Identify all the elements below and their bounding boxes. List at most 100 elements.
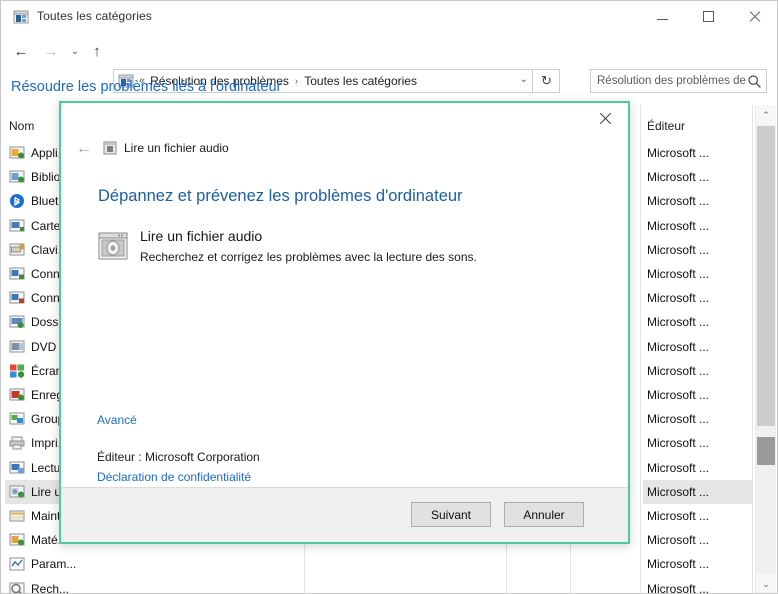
row-description-cell xyxy=(307,577,505,593)
scrollbar-position-marker[interactable] xyxy=(757,437,775,465)
up-button[interactable]: ↑ xyxy=(85,39,109,63)
privacy-statement-link[interactable]: Déclaration de confidentialité xyxy=(97,470,251,484)
row-category-cell xyxy=(573,577,643,593)
network-card-icon xyxy=(9,218,25,234)
address-dropdown-icon[interactable]: ⌄ xyxy=(520,74,528,85)
search-input[interactable]: Résolution des problèmes de r... xyxy=(597,75,747,87)
row-publisher-cell: Microsoft ... xyxy=(647,218,710,233)
row-name-cell[interactable]: Rech... xyxy=(5,577,301,594)
app-compat-icon xyxy=(9,145,25,161)
row-publisher-cell: Microsoft ... xyxy=(647,267,710,282)
row-publisher-cell: Microsoft ... xyxy=(643,479,753,504)
row-publisher-cell: Microsoft ... xyxy=(647,388,710,403)
homegroup-icon xyxy=(9,411,25,427)
breadcrumb-chevron-icon[interactable]: › xyxy=(295,76,298,87)
row-name-label: Rech... xyxy=(31,581,70,594)
row-publisher-cell: Microsoft ... xyxy=(647,194,710,209)
row-location-cell xyxy=(509,552,571,576)
title-bar: Toutes les catégories xyxy=(1,1,777,33)
search-icon xyxy=(747,74,762,89)
column-header-nom[interactable]: Nom xyxy=(9,119,34,133)
play-audio-large-icon xyxy=(97,230,129,262)
row-publisher-cell: Microsoft ... xyxy=(647,363,710,378)
vertical-scrollbar[interactable]: ⌃ ⌄ xyxy=(755,105,776,593)
maximize-button[interactable] xyxy=(685,1,731,32)
row-location-cell xyxy=(509,577,571,593)
row-publisher-cell: Microsoft ... xyxy=(647,242,710,257)
refresh-icon: ↻ xyxy=(541,73,552,88)
chevron-up-icon: ⌃ xyxy=(762,109,770,120)
connection-alt-icon xyxy=(9,290,25,306)
row-publisher-cell: Microsoft ... xyxy=(647,581,710,594)
row-publisher-cell: Microsoft ... xyxy=(647,557,710,572)
dialog-breadcrumb: Lire un fichier audio xyxy=(124,141,229,155)
cancel-button[interactable]: Annuler xyxy=(504,502,584,527)
arrow-left-icon: ← xyxy=(76,140,92,157)
table-row[interactable]: Rech... Microsoft ... xyxy=(1,577,756,594)
control-panel-icon xyxy=(13,9,29,25)
close-icon xyxy=(748,11,760,23)
dialog-item-title: Lire un fichier audio xyxy=(140,228,263,244)
navigation-bar: ← → ⌄ ↑ « Résolution des problèmes › Tou… xyxy=(1,33,777,93)
hardware-icon xyxy=(9,532,25,548)
row-description-cell xyxy=(307,552,505,576)
close-button[interactable] xyxy=(731,1,777,32)
close-icon xyxy=(599,112,612,125)
next-button[interactable]: Suivant xyxy=(411,502,491,527)
row-publisher-cell: Microsoft ... xyxy=(647,509,710,524)
dialog-item-subtitle: Recherchez et corrigez les problèmes ave… xyxy=(140,250,477,264)
row-name-cell[interactable]: Param... xyxy=(5,552,301,576)
play-audio-icon xyxy=(9,484,25,500)
dialog-footer: Suivant Annuler xyxy=(61,487,628,542)
minimize-icon xyxy=(656,18,668,20)
row-publisher-cell: Microsoft ... xyxy=(647,339,710,354)
row-publisher-cell: Microsoft ... xyxy=(647,291,710,306)
search-box[interactable]: Résolution des problèmes de r... xyxy=(590,69,767,93)
breadcrumb-all-categories[interactable]: Toutes les catégories xyxy=(304,74,417,88)
row-publisher-cell: Microsoft ... xyxy=(647,533,710,548)
troubleshooter-dialog: ← Lire un fichier audio Dépannez et prév… xyxy=(59,101,630,544)
recording-icon xyxy=(9,387,25,403)
maximize-icon xyxy=(702,11,714,22)
dialog-heading: Dépannez et prévenez les problèmes d'ord… xyxy=(98,187,463,205)
window-title: Toutes les catégories xyxy=(37,9,152,23)
row-category-cell xyxy=(573,552,643,576)
row-publisher-cell: Microsoft ... xyxy=(647,436,710,451)
arrow-right-icon: → xyxy=(43,42,59,60)
scrollbar-thumb[interactable] xyxy=(757,126,775,426)
scroll-up-button[interactable]: ⌃ xyxy=(756,105,776,125)
recent-locations-button[interactable]: ⌄ xyxy=(63,39,87,63)
row-publisher-cell: Microsoft ... xyxy=(647,170,710,185)
row-publisher-cell: Microsoft ... xyxy=(647,460,710,475)
dialog-back-button[interactable]: ← xyxy=(71,136,97,162)
page-title: Résoudre les problèmes liés à l'ordinate… xyxy=(11,79,282,95)
library-icon xyxy=(9,169,25,185)
row-publisher-cell: Microsoft ... xyxy=(647,315,710,330)
maintenance-icon xyxy=(9,508,25,524)
row-publisher-cell: Microsoft ... xyxy=(647,412,710,427)
dialog-publisher: Éditeur : Microsoft Corporation xyxy=(97,450,260,464)
row-name-label: Param... xyxy=(31,557,77,572)
advanced-link[interactable]: Avancé xyxy=(97,413,137,427)
forward-button[interactable]: → xyxy=(39,39,63,63)
refresh-button[interactable]: ↻ xyxy=(534,69,560,93)
row-publisher-cell: Microsoft ... xyxy=(647,146,710,161)
minimize-button[interactable] xyxy=(639,1,685,32)
troubleshooter-icon xyxy=(102,140,118,156)
chevron-down-icon: ⌄ xyxy=(70,45,80,57)
display-icon xyxy=(9,363,25,379)
table-row[interactable]: Param... Microsoft ... xyxy=(1,552,756,576)
chevron-down-icon: ⌄ xyxy=(762,578,770,589)
arrow-left-icon: ← xyxy=(13,42,29,60)
settings-icon xyxy=(9,556,25,572)
connection-icon xyxy=(9,266,25,282)
scroll-down-button[interactable]: ⌄ xyxy=(756,574,776,593)
bluetooth-icon xyxy=(9,193,25,209)
media-player-icon xyxy=(9,460,25,476)
arrow-up-icon: ↑ xyxy=(93,42,101,60)
column-header-editeur[interactable]: Éditeur xyxy=(647,119,685,133)
printer-icon xyxy=(9,435,25,451)
dvd-icon xyxy=(9,339,25,355)
back-button[interactable]: ← xyxy=(9,39,33,63)
dialog-close-button[interactable] xyxy=(583,103,628,133)
